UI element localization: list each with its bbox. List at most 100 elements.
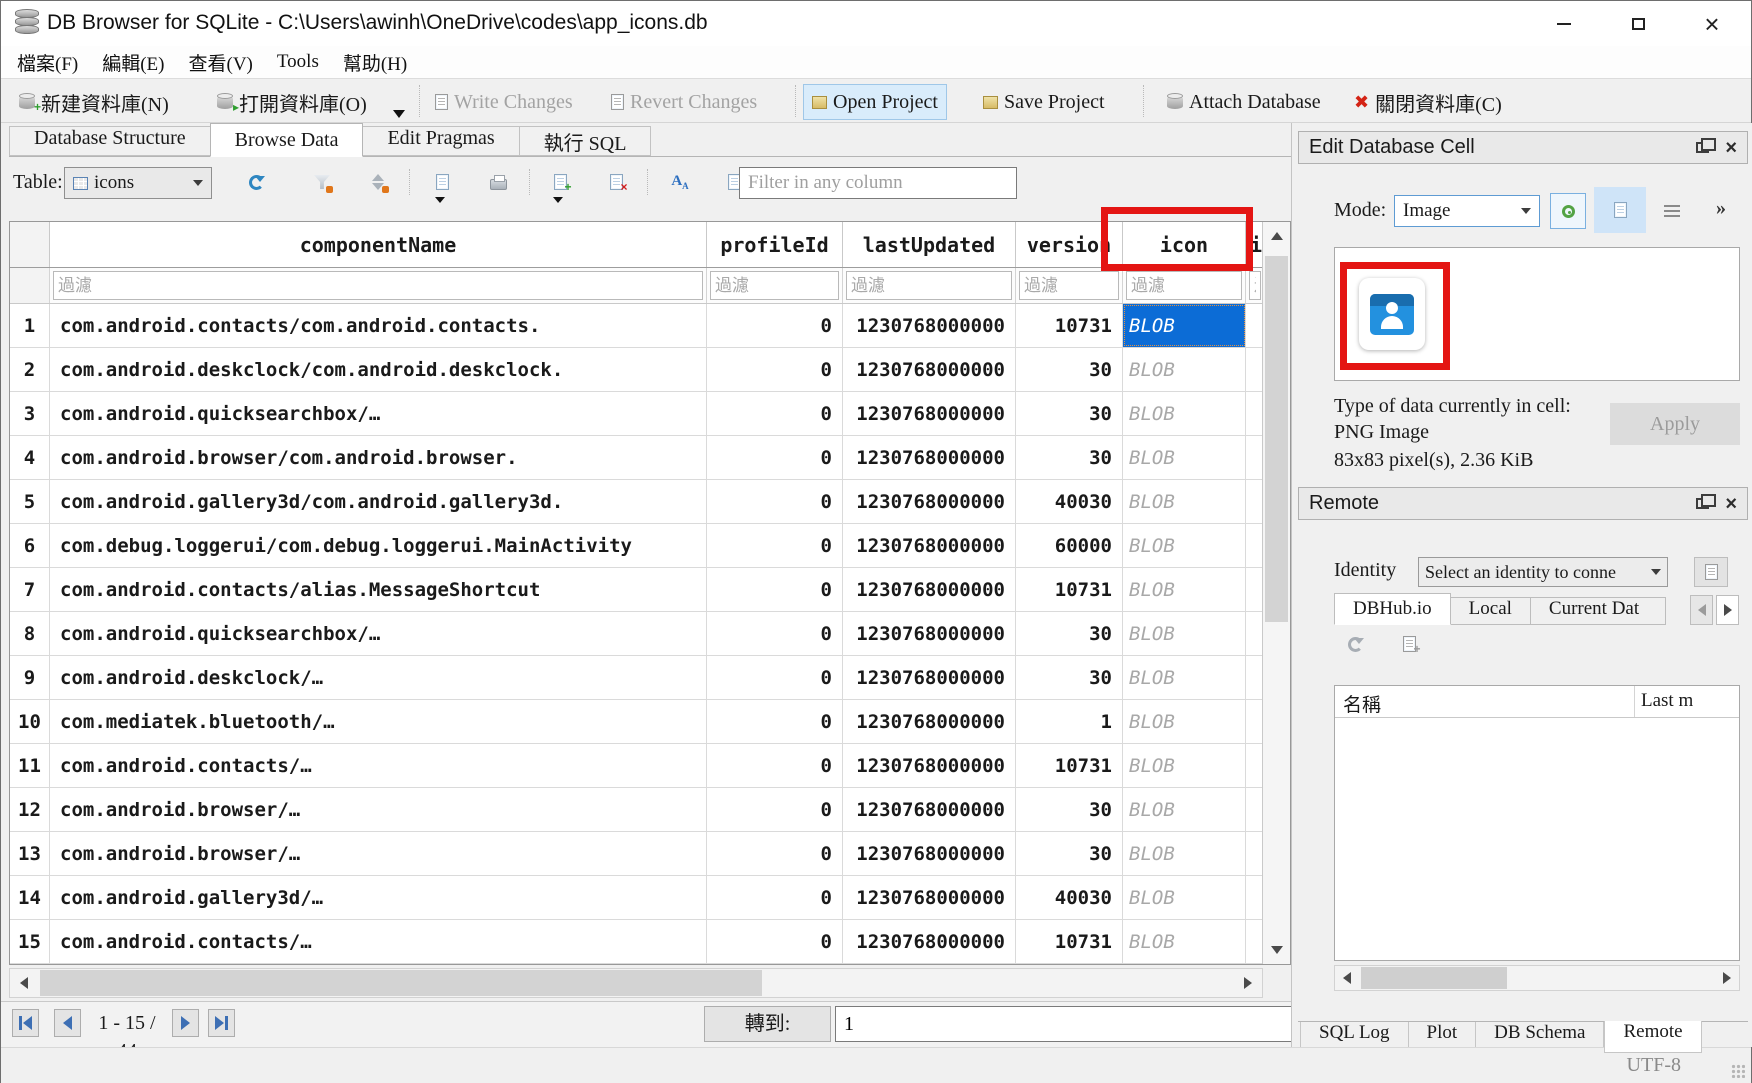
cell-lastupdated[interactable]: 1230768000000 xyxy=(843,524,1016,567)
cell-version[interactable]: 10731 xyxy=(1016,920,1123,963)
goto-button[interactable]: 轉到: xyxy=(704,1006,831,1042)
insert-record-dropdown-icon[interactable] xyxy=(553,197,563,203)
cell-componentname[interactable]: com.android.deskclock/com.android.deskcl… xyxy=(50,348,707,391)
close-button[interactable]: × xyxy=(1687,1,1737,46)
cell-lastupdated[interactable]: 1230768000000 xyxy=(843,392,1016,435)
text-mode-button[interactable] xyxy=(1594,187,1646,233)
menu-item-4[interactable]: 幫助(H) xyxy=(331,49,419,76)
column-header-profileid[interactable]: profileId xyxy=(707,222,843,267)
cell-icon-blob[interactable]: BLOB xyxy=(1123,876,1246,919)
goto-record-input[interactable] xyxy=(835,1006,1299,1042)
menu-item-1[interactable]: 編輯(E) xyxy=(90,49,176,76)
identity-settings-button[interactable] xyxy=(1694,557,1728,587)
cell-componentname[interactable]: com.debug.loggerui/com.debug.loggerui.Ma… xyxy=(50,524,707,567)
tab-remote[interactable]: Remote xyxy=(1604,1021,1701,1053)
cell-profileid[interactable]: 0 xyxy=(707,656,843,699)
cell-version[interactable]: 30 xyxy=(1016,656,1123,699)
cell-icon-blob[interactable]: BLOB xyxy=(1123,568,1246,611)
cell-icon-blob[interactable]: BLOB xyxy=(1123,656,1246,699)
maximize-button[interactable] xyxy=(1613,1,1663,46)
cell-icon-blob[interactable]: BLOB xyxy=(1123,700,1246,743)
cell-lastupdated[interactable]: 1230768000000 xyxy=(843,436,1016,479)
cell-version[interactable]: 40030 xyxy=(1016,876,1123,919)
cell-icon-blob[interactable]: BLOB xyxy=(1123,788,1246,831)
row-number[interactable]: 12 xyxy=(10,788,50,831)
column-header-version[interactable]: version xyxy=(1016,222,1123,267)
column-header-lastupdated[interactable]: lastUpdated xyxy=(843,222,1016,267)
cell-icon-blob[interactable]: BLOB xyxy=(1123,436,1246,479)
cell-lastupdated[interactable]: 1230768000000 xyxy=(843,744,1016,787)
cell-icon-blob[interactable]: BLOB xyxy=(1123,348,1246,391)
filter-partial-input[interactable] xyxy=(1249,271,1261,300)
cell-componentname[interactable]: com.android.contacts/com.android.contact… xyxy=(50,304,707,347)
cell-componentname[interactable]: com.android.quicksearchbox/… xyxy=(50,392,707,435)
mode-select[interactable]: Image xyxy=(1394,195,1540,227)
cell-profileid[interactable]: 0 xyxy=(707,392,843,435)
apply-button[interactable]: Apply xyxy=(1610,403,1740,445)
scroll-down-button[interactable] xyxy=(1263,936,1290,964)
cell-lastupdated[interactable]: 1230768000000 xyxy=(843,876,1016,919)
cell-profileid[interactable]: 0 xyxy=(707,920,843,963)
save-project-button[interactable]: Save Project xyxy=(975,84,1113,120)
cell-componentname[interactable]: com.android.contacts/… xyxy=(50,744,707,787)
insert-record-button[interactable]: + xyxy=(549,171,571,193)
save-results-dropdown-icon[interactable] xyxy=(435,197,445,203)
cell-componentname[interactable]: com.android.browser/… xyxy=(50,788,707,831)
remote-list-header-lastmodified[interactable]: Last m xyxy=(1635,686,1739,717)
cell-componentname[interactable]: com.android.quicksearchbox/… xyxy=(50,612,707,655)
row-number[interactable]: 2 xyxy=(10,348,50,391)
cell-componentname[interactable]: com.android.gallery3d/… xyxy=(50,876,707,919)
minimize-button[interactable] xyxy=(1539,1,1589,46)
open-database-button[interactable]: ▸ 打開資料庫(O) xyxy=(209,84,375,120)
cell-version[interactable]: 30 xyxy=(1016,392,1123,435)
cell-icon-blob[interactable]: BLOB xyxy=(1123,920,1246,963)
row-number[interactable]: 9 xyxy=(10,656,50,699)
cell-componentname[interactable]: com.android.contacts/alias.MessageShortc… xyxy=(50,568,707,611)
first-record-button[interactable] xyxy=(12,1009,39,1037)
table-select[interactable]: icons xyxy=(64,167,212,199)
horizontal-scrollbar[interactable] xyxy=(9,968,1263,998)
cell-version[interactable]: 1 xyxy=(1016,700,1123,743)
font-format-button[interactable]: AA xyxy=(669,171,691,193)
cell-icon-blob[interactable]: BLOB xyxy=(1123,480,1246,523)
row-number[interactable]: 1 xyxy=(10,304,50,347)
cell-lastupdated[interactable]: 1230768000000 xyxy=(843,480,1016,523)
row-number[interactable]: 6 xyxy=(10,524,50,567)
tab-edit-pragmas[interactable]: Edit Pragmas xyxy=(362,126,519,156)
cell-profileid[interactable]: 0 xyxy=(707,788,843,831)
tab-scroll-left-button[interactable] xyxy=(1690,595,1713,625)
row-number[interactable]: 14 xyxy=(10,876,50,919)
import-data-button[interactable] xyxy=(1550,193,1586,229)
row-number[interactable]: 7 xyxy=(10,568,50,611)
close-database-button[interactable]: ✖ 關閉資料庫(C) xyxy=(1346,84,1510,120)
cell-profileid[interactable]: 0 xyxy=(707,436,843,479)
row-number[interactable]: 4 xyxy=(10,436,50,479)
remote-scrollbar-thumb[interactable] xyxy=(1361,967,1507,989)
delete-record-button[interactable]: × xyxy=(605,171,627,193)
cell-profileid[interactable]: 0 xyxy=(707,568,843,611)
cell-profileid[interactable]: 0 xyxy=(707,744,843,787)
cell-lastupdated[interactable]: 1230768000000 xyxy=(843,656,1016,699)
refresh-button[interactable] xyxy=(245,171,267,193)
cell-version[interactable]: 60000 xyxy=(1016,524,1123,567)
cell-lastupdated[interactable]: 1230768000000 xyxy=(843,920,1016,963)
cell-profileid[interactable]: 0 xyxy=(707,304,843,347)
row-number[interactable]: 11 xyxy=(10,744,50,787)
write-changes-button[interactable]: Write Changes xyxy=(427,84,581,120)
cell-version[interactable]: 30 xyxy=(1016,612,1123,655)
open-database-dropdown-icon[interactable] xyxy=(393,110,405,118)
row-number[interactable]: 10 xyxy=(10,700,50,743)
scroll-up-button[interactable] xyxy=(1263,222,1290,250)
filter-version-input[interactable] xyxy=(1019,271,1119,300)
cell-icon-blob[interactable]: BLOB xyxy=(1123,832,1246,875)
cell-icon-blob[interactable]: BLOB xyxy=(1123,392,1246,435)
menu-item-3[interactable]: Tools xyxy=(265,51,331,73)
remote-refresh-button[interactable] xyxy=(1344,633,1366,655)
cell-profileid[interactable]: 0 xyxy=(707,700,843,743)
cell-profileid[interactable]: 0 xyxy=(707,480,843,523)
row-number[interactable]: 8 xyxy=(10,612,50,655)
column-header-componentname[interactable]: componentName xyxy=(50,222,707,267)
scroll-left-button[interactable] xyxy=(10,969,38,997)
tab-sql-log[interactable]: SQL Log xyxy=(1300,1022,1409,1049)
cell-version[interactable]: 40030 xyxy=(1016,480,1123,523)
